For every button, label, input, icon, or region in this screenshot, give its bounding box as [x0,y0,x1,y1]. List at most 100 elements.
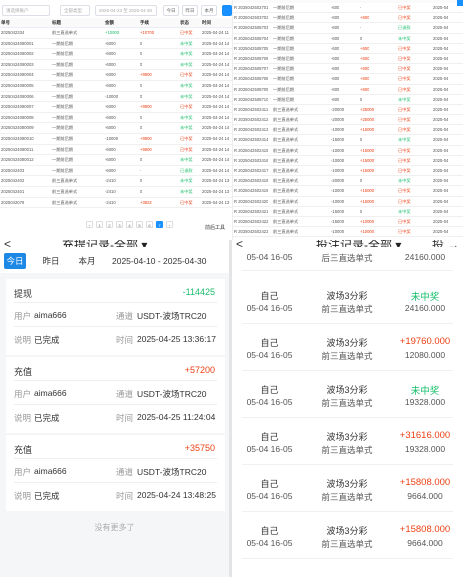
yesterday-button[interactable]: 昨日 [182,5,198,16]
month-button[interactable]: 本月 [201,5,217,16]
table-cell: 一期前后期 [52,104,73,110]
table-cell: 2025-04 [433,188,449,194]
tab-today[interactable]: 今日 [4,253,26,269]
table-row[interactable]: R 2025042508709 一期前后期 -600 +600 已中奖 2025-04 [233,85,463,95]
bet-play: 前三直选单式 [321,539,373,549]
table-row[interactable]: R 2025042502418 前三直选单式 -20000 0 未中奖 2025-04 [233,176,463,187]
table-row[interactable]: R 2025042502412 前三直选单式 -20000 +25000 已中奖 2025… [233,115,463,126]
divider [14,482,217,483]
account-select[interactable]: 请选择账户 [2,5,50,16]
page-button-4[interactable]: 4 [126,221,133,228]
table-row[interactable]: 2025042403 一期前后期 -6000 - 已退款 2025-04-24 14 [0,166,232,177]
table-row[interactable]: R 2025042508703 一期前后期 -600 - 已退款 2025-04 [233,23,463,34]
table-row[interactable]: R 2025042508707 一期前后期 -600 +600 已中奖 2025-04 [233,64,463,75]
tool-label[interactable]: 前后工具 [205,224,225,231]
tab-month[interactable]: 本月 [76,253,98,269]
table-row[interactable]: 2025042334 前三直选单式 +10000 +10700 已中奖 2025-04-2… [0,28,232,39]
record-card[interactable]: 充值 +57200 用户 aima666 通道 USDT-波场TRC20 说明 已完成 时间 20… [6,357,225,433]
table-row[interactable]: R 2025042502423 前三直选单式 -10000 +10000 已中奖 2025… [233,227,463,238]
list-item[interactable]: 自己 05-04 16-05 波场3分彩 前三直选单式 未中奖 19328.000 [232,373,463,420]
list-item[interactable]: 自己 05-04 16-05 波场3分彩 前三直选单式 +15808.000 9664.0… [232,514,463,561]
table-cell: -6000 [105,146,116,152]
next-page-icon[interactable]: › [166,221,173,228]
page-button-6[interactable]: 6 [146,221,153,228]
table-row[interactable]: R 2025042502415 前三直选单式 -10000 +15000 已中奖 2025… [233,146,463,156]
type-select[interactable]: 全部类型 [60,5,90,16]
date-range-input[interactable]: 2025-04-23 至 2025-04-30 [95,5,157,16]
table-cell: 20250424080008 [1,114,34,120]
col-fee: 手续 [140,20,149,25]
table-row[interactable]: R 2025042502701 一期前后期 -600 - 已中奖 2025-04 [233,3,463,14]
bet-result: +19760.000 [399,336,451,347]
table-cell: +15000 [360,168,375,173]
tab-yesterday[interactable]: 昨日 [40,253,62,269]
table-cell: R 2025042502419 [234,188,269,194]
table-cell: 未中奖 [398,137,411,143]
table-row[interactable]: 20250424080009 一期前后期 -6000 0 未中奖 2025-04-24 1… [0,123,232,134]
table-cell: 2025-04 [433,45,449,51]
bet-play: 前三直选单式 [321,304,373,314]
today-button[interactable]: 今日 [163,5,179,16]
table-row[interactable]: 2025042402 前三直选单式 -2410 0 未中奖 2025-04-24 13 [0,176,232,187]
table-cell: 已中奖 [398,218,411,224]
table-row[interactable]: R 2025042508706 一期前后期 -600 +600 已中奖 2025-04 [233,54,463,65]
search-button[interactable] [222,5,232,16]
table-row[interactable]: 20250424080012 一期前后期 -6000 0 未中奖 2025-04-24 1… [0,155,232,166]
list-item[interactable]: 自己 05-04 16-05 波场3分彩 前三直选单式 +15808.000 9664.0… [232,467,463,514]
table-cell: 已中奖 [398,76,411,82]
list-item[interactable]: 自己 05-04 16-05 波场3分彩 前三直选单式 +19760.000 12080.… [232,326,463,373]
bet-result: +15808.000 [399,477,451,488]
table-row[interactable]: 20250424080011 一期前后期 -6000 +9800 已中奖 2025-04-… [0,145,232,156]
table-row[interactable]: R 2025042502411 前三直选单式 -20000 +25000 已中奖 2025… [233,105,463,116]
table-row[interactable]: R 2025042508708 一期前后期 -600 +600 已中奖 2025-04 [233,74,463,85]
table-cell: 已中奖 [180,72,193,78]
table-row[interactable]: R 2025042503702 一期前后期 -600 +600 已中奖 2025-04 [233,13,463,24]
table-cell: -6000 [105,82,116,88]
table-cell: 2025-04 [433,76,449,82]
table-row[interactable]: R 2025042502421 前三直选单式 -15000 0 未中奖 2025-04 [233,207,463,217]
page-button-7[interactable]: 7 [156,221,163,228]
table-row[interactable]: R 2025042502419 前三直选单式 -10000 +15000 已中奖 2025… [233,186,463,197]
date-range[interactable]: 2025-04-10 - 2025-04-30 [112,253,207,269]
prev-page-icon[interactable]: ‹ [86,221,93,228]
table-cell: -6000 [105,40,116,46]
table-row[interactable]: 20250424080002 一期前后期 -6000 0 未中奖 2025-04-24 1… [0,49,232,60]
table-row[interactable]: 20250424080008 一期前后期 -6000 0 未中奖 2025-04-24 1… [0,113,232,124]
table-row[interactable]: R 2025042508710 一期前后期 -600 0 未中奖 2025-04 [233,95,463,105]
table-row[interactable]: 2025042079 前三直选单式 -2410 +3822 已中奖 2025-04-24 … [0,198,232,209]
table-cell: 2025-04 [433,127,449,133]
page-button-3[interactable]: 3 [116,221,123,228]
table-row[interactable]: 20250424080001 一期前后期 -6000 0 未中奖 2025-04-24 1… [0,39,232,50]
page-button-2[interactable]: 2 [106,221,113,228]
list-item[interactable]: 自己 05-04 16-05 波场3分彩 前三直选单式 未中奖 24160.000 [232,279,463,326]
page-button-5[interactable]: 5 [136,221,143,228]
table-row[interactable]: R 2025042502414 前三直选单式 -15000 0 未中奖 2025-04 [233,135,463,146]
table-cell: 一期前后期 [52,167,73,173]
table-row[interactable]: 20250424080005 一期前后期 -6000 0 未中奖 2025-04-24 1… [0,81,232,92]
record-card[interactable]: 充值 +35750 用户 aima666 通道 USDT-波场TRC20 说明 已完成 时间 20… [6,435,225,511]
table-cell: R 2025042508705 [234,45,269,51]
table-row[interactable]: R 2025042508705 一期前后期 -600 +600 已中奖 2025-04 [233,44,463,54]
page-button-1[interactable]: 1 [96,221,103,228]
table-cell: 已中奖 [398,66,411,72]
table-row[interactable]: 20250424080004 一期前后期 -6000 +9800 已中奖 2025-04-… [0,70,232,81]
table-cell: -20000 [331,106,345,112]
table-row[interactable]: 20250424080003 一期前后期 -6000 0 未中奖 2025-04-24 1… [0,60,232,71]
col-amount: 金额 [105,20,114,25]
table-row[interactable]: R 2025042502416 前三直选单式 -10000 +15000 已中奖 2025… [233,156,463,166]
list-item[interactable]: 自己 05-04 16-05 波场3分彩 前三直选单式 +31616.000 19328.… [232,420,463,467]
table-cell: 前三直选单式 [273,168,299,173]
table-cell: R 2025042502701 [234,5,269,10]
table-row[interactable]: 20250424080007 一期前后期 -6000 +9800 已中奖 2025-04-… [0,102,232,113]
admin-table-right: R 2025042502701 一期前后期 -600- 已中奖 2025-04 R 202… [232,0,463,240]
table-row[interactable]: R 2025042502422 前三直选单式 -15000 +10000 已中奖 2025… [233,217,463,228]
record-card[interactable]: 提现 -114425 用户 aima666 通道 USDT-波场TRC20 说明 已完成 时间 2… [6,279,225,355]
table-row[interactable]: R 2025042502420 前三直选单式 -10000 +15000 已中奖 2025… [233,197,463,207]
table-row[interactable]: R 2025042508704 一期前后期 -600 0 未中奖 2025-04 [233,34,463,44]
table-row[interactable]: 2025042401 前三直选单式 -2410 0 未中奖 2025-04-24 13 [0,187,232,198]
table-row[interactable]: R 2025042502417 前三直选单式 -10000 +15000 已中奖 2025… [233,166,463,177]
table-row[interactable]: R 2025042502413 前三直选单式 -10000 +15000 已中奖 2025… [233,125,463,136]
table-row[interactable]: 20250424080010 一期前后期 -10000 +9800 已中奖 2025-04… [0,134,232,145]
table-row[interactable]: 20250424080006 一期前后期 -10000 0 未中奖 2025-04-24 … [0,92,232,103]
table-cell: 已中奖 [398,106,411,112]
